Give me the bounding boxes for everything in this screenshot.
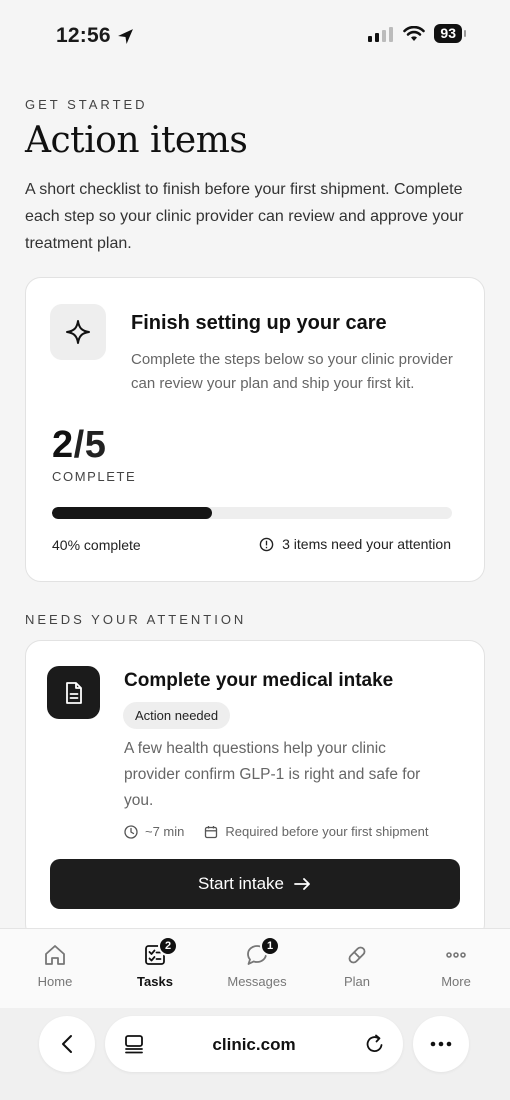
- tab-label-more: More: [441, 974, 471, 989]
- url-text: clinic.com: [212, 1035, 296, 1054]
- alert-circle-icon: [259, 537, 274, 551]
- tab-label-plan: Plan: [343, 974, 371, 989]
- task-icon-tile: [47, 666, 100, 719]
- summary-description: Complete the steps below so your clinic …: [131, 351, 453, 392]
- progress-bar-fill: [52, 507, 212, 519]
- total-count: 5: [84, 424, 107, 466]
- page-description: A short checklist to finish before your …: [25, 181, 464, 252]
- pill-icon-wrap: [343, 941, 371, 969]
- medical-intake-card: Complete your medical intake Action need…: [25, 640, 485, 940]
- eyebrow-label: GET STARTED: [25, 97, 148, 112]
- tab-tasks[interactable]: 2 Tasks: [115, 936, 195, 989]
- task-title: Complete your medical intake: [124, 670, 394, 691]
- home-icon: [45, 945, 65, 965]
- more-icon-wrap: [442, 941, 470, 969]
- start-intake-button[interactable]: Start intake: [50, 859, 460, 909]
- duration-text: ~7 min: [145, 824, 185, 839]
- more-icon: [446, 952, 466, 958]
- browser-menu-button[interactable]: [413, 1016, 469, 1072]
- complete-label: COMPLETE: [52, 469, 137, 484]
- status-bar: 12:56 93: [0, 0, 510, 74]
- wifi-icon: [403, 25, 426, 41]
- messages-icon-wrap: 1: [243, 936, 280, 969]
- clock-icon: [124, 824, 138, 839]
- ellipsis-icon: [430, 1041, 452, 1047]
- status-badge: Action needed: [123, 702, 231, 729]
- arrow-right-icon: [294, 878, 310, 890]
- document-icon: [65, 681, 82, 704]
- requirement-text: Required before your first shipment: [225, 824, 429, 839]
- tab-plan[interactable]: Plan: [317, 941, 397, 989]
- clock: 12:56: [56, 24, 111, 47]
- attention-note: 3 items need your attention: [259, 536, 451, 552]
- home-icon-wrap: [41, 941, 69, 969]
- start-intake-label: Start intake: [198, 874, 284, 893]
- tasks-badge: 2: [158, 936, 178, 956]
- tab-label-home: Home: [37, 974, 73, 989]
- count-separator: /: [73, 424, 85, 466]
- tab-home[interactable]: Home: [15, 941, 95, 989]
- progress-count: 2/5: [52, 424, 106, 467]
- battery-indicator: 93: [434, 24, 466, 43]
- calendar-icon: [205, 825, 218, 838]
- tab-messages[interactable]: 1 Messages: [217, 936, 297, 989]
- address-bar[interactable]: clinic.com: [105, 1016, 403, 1072]
- back-button[interactable]: [39, 1016, 95, 1072]
- section-label-attention: NEEDS YOUR ATTENTION: [25, 612, 247, 627]
- sparkle-icon-tile: [50, 304, 106, 360]
- attention-text: 3 items need your attention: [282, 536, 451, 552]
- task-description: A few health questions help your clinic …: [124, 740, 421, 809]
- status-time: 12:56: [56, 24, 134, 48]
- tab-label-tasks: Tasks: [137, 974, 173, 989]
- progress-summary-card: Finish setting up your care Complete the…: [25, 277, 485, 582]
- pill-icon: [348, 946, 366, 964]
- progress-percent: 40% complete: [52, 537, 141, 553]
- status-icons: 93: [368, 24, 466, 43]
- reload-icon[interactable]: [363, 1032, 387, 1056]
- messages-badge: 1: [260, 936, 280, 956]
- task-meta: ~7 min Required before your first shipme…: [124, 824, 428, 839]
- location-arrow-icon: [117, 28, 133, 44]
- bottom-tab-bar: Home 2 Tasks 1 Messages Plan More: [0, 928, 510, 1008]
- tasks-icon-wrap: 2: [141, 936, 178, 969]
- sparkle-icon: [66, 320, 90, 344]
- browser-toolbar: clinic.com: [0, 1008, 510, 1100]
- summary-title: Finish setting up your care: [131, 312, 387, 334]
- progress-bar: [52, 507, 452, 519]
- tab-label-messages: Messages: [227, 974, 287, 989]
- tab-more[interactable]: More: [416, 941, 496, 989]
- page-title: Action items: [25, 120, 248, 161]
- completed-count: 2: [52, 424, 74, 466]
- duration-meta: ~7 min: [124, 824, 184, 839]
- requirement-meta: Required before your first shipment: [204, 824, 428, 839]
- cellular-signal-icon: [368, 26, 394, 42]
- chevron-left-icon: [62, 1035, 72, 1053]
